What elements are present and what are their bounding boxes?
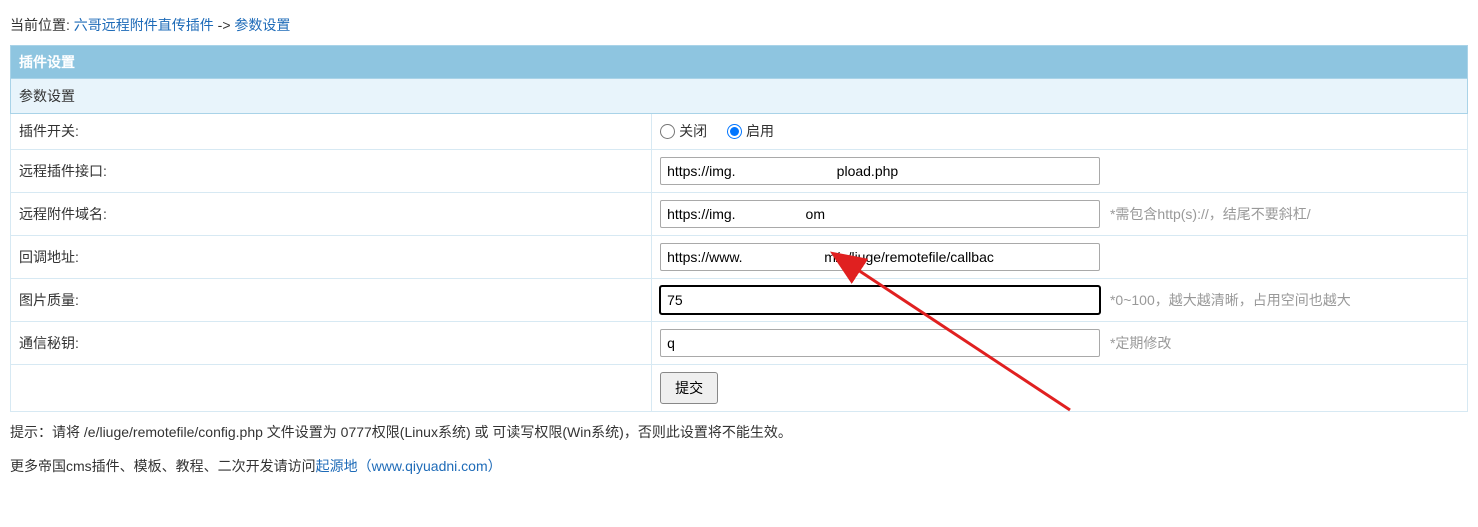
radio-group-switch: 关闭 启用 [660,126,790,142]
more-link-row: 更多帝国cms插件、模板、教程、二次开发请访问起源地（www.qiyuadni.… [10,446,1468,486]
input-quality[interactable] [660,286,1100,314]
hint-secret: *定期修改 [1110,335,1171,351]
input-remote-api[interactable] [660,157,1100,185]
label-remote-api: 远程插件接口: [11,149,652,192]
more-prefix: 更多帝国cms插件、模板、教程、二次开发请访问 [10,458,316,474]
radio-off[interactable] [660,124,675,139]
label-callback: 回调地址: [11,235,652,278]
label-secret: 通信秘钥: [11,321,652,364]
submit-button[interactable]: 提交 [660,372,718,404]
label-quality: 图片质量: [11,278,652,321]
breadcrumb-link-plugin[interactable]: 六哥远程附件直传插件 [74,17,214,33]
radio-on-label[interactable]: 启用 [727,121,774,141]
breadcrumb-label: 当前位置: [10,17,70,33]
radio-on[interactable] [727,124,742,139]
tip-text: 提示：请将 /e/liuge/remotefile/config.php 文件设… [10,412,1468,446]
label-submit-empty [11,364,652,411]
table-header-plugin-settings: 插件设置 [11,46,1468,79]
hint-quality: *0~100，越大越清晰，占用空间也越大 [1110,292,1351,308]
label-plugin-switch: 插件开关: [11,114,652,150]
more-link[interactable]: 起源地（www.qiyuadni.com） [316,458,502,474]
radio-off-text: 关闭 [679,121,707,141]
radio-on-text: 启用 [746,121,774,141]
label-remote-domain: 远程附件域名: [11,192,652,235]
settings-table: 插件设置 参数设置 插件开关: 关闭 启用 远程插件接口: 远程附件域名: [10,45,1468,412]
radio-off-label[interactable]: 关闭 [660,121,707,141]
breadcrumb-sep: -> [218,17,231,33]
table-subheader-param-settings: 参数设置 [11,79,1468,114]
input-remote-domain[interactable] [660,200,1100,228]
breadcrumb: 当前位置: 六哥远程附件直传插件 -> 参数设置 [10,10,1468,45]
input-callback[interactable] [660,243,1100,271]
hint-remote-domain: *需包含http(s)://，结尾不要斜杠/ [1110,206,1311,222]
breadcrumb-link-params[interactable]: 参数设置 [234,17,290,33]
input-secret[interactable] [660,329,1100,357]
